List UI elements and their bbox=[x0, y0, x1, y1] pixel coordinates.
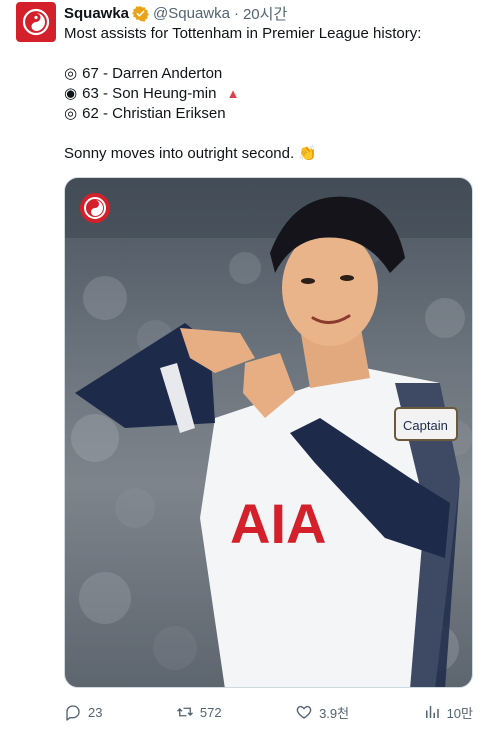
avatar[interactable] bbox=[16, 2, 56, 42]
tweet-intro: Most assists for Tottenham in Premier Le… bbox=[64, 25, 422, 42]
heart-icon bbox=[296, 705, 312, 719]
tweet-closing: Sonny moves into outright second. 👏 bbox=[64, 144, 474, 164]
list-item: ◉ 63 - Son Heung-min ▲ bbox=[64, 84, 474, 104]
repost-icon bbox=[176, 707, 193, 717]
reply-button[interactable]: 23 bbox=[64, 703, 102, 721]
player-photo: AIA Captain bbox=[65, 178, 472, 687]
list-item-text: 67 - Darren Anderton bbox=[82, 65, 223, 82]
like-button[interactable]: 3.9천 bbox=[295, 703, 349, 722]
view-count: 10만 bbox=[446, 705, 473, 721]
ranking-icon: ◎ bbox=[64, 65, 78, 82]
tweet-timestamp[interactable]: 20시간 bbox=[243, 3, 287, 24]
shirt-sponsor-text: AIA bbox=[230, 492, 326, 555]
clapping-hands-icon: 👏 bbox=[298, 145, 317, 162]
list-item-text: 63 - Son Heung-min bbox=[82, 85, 217, 102]
repost-count: 572 bbox=[199, 704, 222, 720]
author-name[interactable]: Squawka bbox=[64, 5, 129, 22]
tweet-actions-bar: 23 572 3.9천 10만 bbox=[64, 700, 473, 724]
tweet-text: Most assists for Tottenham in Premier Le… bbox=[64, 24, 474, 164]
ranking-icon: ◎ bbox=[64, 105, 78, 122]
list-item: ◎ 67 - Darren Anderton bbox=[64, 64, 474, 84]
repost-button[interactable]: 572 bbox=[176, 703, 222, 721]
squawka-logo-icon bbox=[22, 8, 50, 36]
tweet-media-photo[interactable]: AIA Captain bbox=[64, 177, 473, 688]
views-button[interactable]: 10만 bbox=[423, 703, 473, 722]
ranking-icon: ◉ bbox=[64, 85, 78, 102]
separator-dot: · bbox=[233, 4, 239, 22]
closing-text: Sonny moves into outright second. bbox=[64, 145, 295, 162]
trend-up-icon: ▲ bbox=[226, 86, 240, 101]
author-handle[interactable]: @Squawka bbox=[153, 5, 230, 22]
tweet-header: Squawka @Squawka · 20시간 bbox=[64, 2, 287, 24]
reply-icon bbox=[66, 705, 80, 721]
captain-armband-text: Captain bbox=[403, 418, 448, 433]
verified-badge-icon bbox=[132, 5, 149, 22]
views-chart-icon bbox=[425, 706, 439, 718]
list-item-text: 62 - Christian Eriksen bbox=[82, 105, 226, 122]
list-item: ◎ 62 - Christian Eriksen bbox=[64, 104, 474, 124]
like-count: 3.9천 bbox=[319, 705, 350, 721]
reply-count: 23 bbox=[88, 704, 103, 720]
